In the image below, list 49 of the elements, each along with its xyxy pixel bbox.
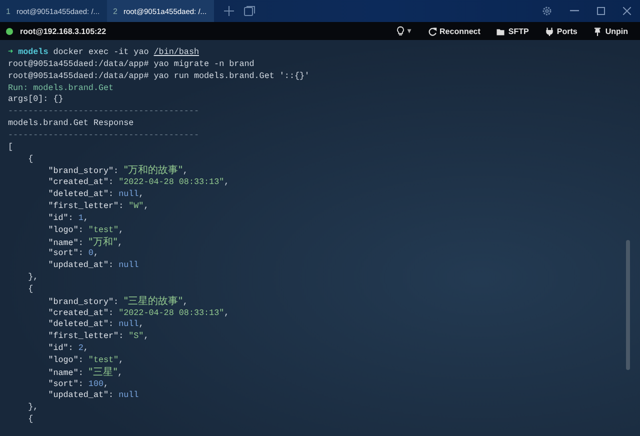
terminal-line: "created_at": "2022-04-28 08:33:13", <box>47 177 230 190</box>
terminal-line: "deleted_at": null, <box>47 319 145 332</box>
unpin-button[interactable]: Unpin <box>587 26 634 36</box>
terminal-line: "first_letter": "S", <box>47 331 150 344</box>
terminal-line: "updated_at": null <box>47 260 140 272</box>
plug-icon <box>544 26 554 36</box>
terminal-line: { <box>27 284 34 296</box>
terminal-line: args[0]: {} <box>8 94 64 106</box>
settings-icon[interactable] <box>542 6 552 16</box>
maximize-icon[interactable] <box>597 7 605 15</box>
ports-button[interactable]: Ports <box>538 26 584 36</box>
window-icon[interactable] <box>244 6 255 16</box>
terminal-line: "logo": "test", <box>47 224 125 236</box>
terminal-line: [ <box>8 142 14 154</box>
pin-icon <box>593 26 602 36</box>
terminal-line: root@9051a455daed:/data/app# yao migrate -n brand <box>8 58 256 71</box>
minimize-icon[interactable] <box>570 10 579 12</box>
terminal-line: "first_letter": "W", <box>47 200 150 213</box>
terminal-line: { <box>27 154 34 166</box>
refresh-icon <box>428 26 437 36</box>
terminal-line: "id": 1, <box>47 212 90 225</box>
terminal-line: }, <box>27 272 40 284</box>
terminal-line: "id": 2, <box>47 343 90 355</box>
terminal-line: root@9051a455daed:/data/app# yao run models.brand.Get '::{}' <box>8 70 311 83</box>
folder-icon <box>496 26 506 36</box>
terminal-line: "deleted_at": null, <box>47 189 145 201</box>
terminal-line: -------------------------------------- <box>8 130 200 142</box>
scrollbar[interactable] <box>626 240 630 370</box>
host-address: root@192.168.3.105:22 <box>20 26 106 36</box>
terminal-line: "name": "三星", <box>47 366 124 379</box>
terminal-line: "logo": "test", <box>47 354 125 367</box>
terminal-line: Run: models.brand.Get <box>8 82 115 94</box>
plus-icon[interactable] <box>224 6 234 16</box>
terminal-line: -------------------------------------- <box>8 106 200 118</box>
reconnect-button[interactable]: Reconnect <box>422 26 486 36</box>
terminal-line: "created_at": "2022-04-28 08:33:13", <box>47 308 230 320</box>
terminal-line: "updated_at": null <box>47 390 140 402</box>
close-icon[interactable] <box>623 7 631 15</box>
terminal-line: models.brand.Get Response <box>8 118 135 130</box>
terminal-line: }, <box>27 402 40 414</box>
terminal-line: "name": "万和", <box>47 236 124 248</box>
terminal-line: "sort": 0, <box>47 248 100 260</box>
sftp-button[interactable]: SFTP <box>490 26 535 36</box>
terminal-line: ➜ models docker exec -it yao /bin/bash <box>8 47 200 59</box>
terminal-line: { <box>27 414 34 426</box>
terminal-line: "brand_story": "万和的故事", <box>47 165 189 178</box>
terminal-line: "brand_story": "三星的故事", <box>47 296 189 308</box>
terminal-line: "sort": 100, <box>47 378 110 390</box>
lightbulb-icon <box>396 26 405 36</box>
